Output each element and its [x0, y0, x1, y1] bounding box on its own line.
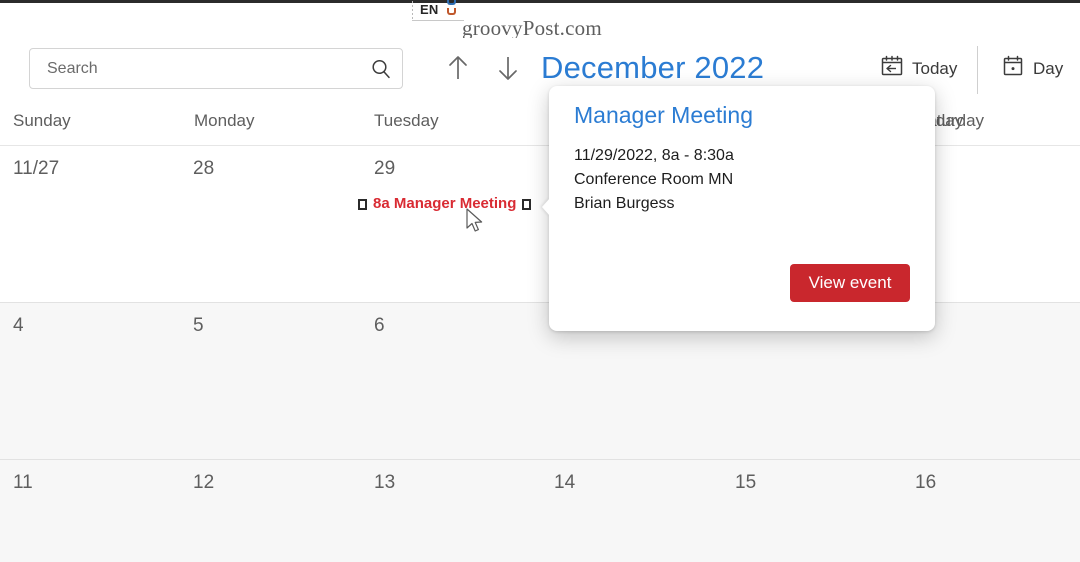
view-event-button[interactable]: View event: [790, 264, 910, 302]
toolbar-divider: [977, 46, 978, 94]
day-number: 5: [193, 315, 204, 336]
day-view-button[interactable]: Day: [1001, 54, 1063, 83]
day-number: 12: [193, 472, 215, 493]
day-number: 14: [554, 472, 576, 493]
search-input[interactable]: [47, 59, 370, 78]
weekday-header-monday: Monday: [194, 111, 255, 130]
popup-details: 11/29/2022, 8a - 8:30a Conference Room M…: [574, 144, 734, 216]
day-cell[interactable]: 15: [722, 460, 902, 562]
day-number: 29: [374, 158, 396, 179]
window-top-edge: [0, 0, 1080, 4]
day-cell[interactable]: 5: [180, 303, 360, 459]
calendar-week-row: 11 12 13 14 15 16 17: [0, 460, 1080, 562]
event-title[interactable]: 8a Manager Meeting: [367, 194, 522, 214]
day-cell[interactable]: 16: [902, 460, 1080, 562]
language-indicator[interactable]: EN: [412, 0, 459, 20]
month-title[interactable]: December 2022: [541, 50, 764, 86]
ime-language-label: EN: [420, 2, 439, 17]
day-number: 4: [13, 315, 24, 336]
weekday-header-tuesday: Tuesday: [374, 111, 439, 130]
outlook-calendar-window: EN groovyPost.com Search December 2022 T…: [0, 0, 1080, 562]
day-cell[interactable]: 11/27: [0, 146, 180, 302]
calendar-day-icon: [1001, 54, 1025, 83]
search-box[interactable]: [29, 48, 403, 89]
day-number: 16: [915, 472, 937, 493]
next-arrow-icon[interactable]: [492, 52, 524, 84]
day-cell[interactable]: 12: [180, 460, 360, 562]
day-cell[interactable]: 14: [541, 460, 721, 562]
event-peek-popup: Manager Meeting 11/29/2022, 8a - 8:30a C…: [542, 86, 935, 331]
day-cell[interactable]: 11: [0, 460, 180, 562]
calendar-back-icon: [880, 54, 904, 83]
popup-pointer: [542, 198, 550, 216]
day-view-button-label: Day: [1033, 58, 1064, 78]
day-cell[interactable]: 29: [361, 146, 541, 302]
ime-mode-icon: [445, 0, 459, 19]
day-number: 11: [13, 472, 33, 493]
today-button[interactable]: Today: [880, 54, 957, 83]
day-number: 28: [193, 158, 215, 179]
popup-event-when: 11/29/2022, 8a - 8:30a: [574, 147, 734, 164]
popup-event-location: Conference Room MN: [574, 171, 734, 188]
ime-underline: [412, 20, 464, 21]
day-number: 11/27: [13, 158, 60, 179]
day-cell[interactable]: 6: [361, 303, 541, 459]
day-cell[interactable]: 28: [180, 146, 360, 302]
event-resize-handle-right[interactable]: [522, 198, 532, 210]
popup-event-organizer: Brian Burgess: [574, 195, 675, 212]
day-number: 15: [735, 472, 757, 493]
calendar-event-chip[interactable]: 8a Manager Meeting: [358, 194, 532, 214]
day-cell[interactable]: 13: [361, 460, 541, 562]
day-number: 6: [374, 315, 385, 336]
event-resize-handle-left[interactable]: [358, 198, 367, 210]
day-number: 13: [374, 472, 396, 493]
popup-event-title[interactable]: Manager Meeting: [574, 102, 753, 129]
today-button-label: Today: [912, 58, 958, 78]
weekday-header-sunday: Sunday: [13, 111, 71, 130]
previous-arrow-icon[interactable]: [442, 52, 474, 84]
search-icon[interactable]: [370, 58, 392, 80]
ime-dotted-edge: [412, 1, 413, 19]
day-cell[interactable]: 4: [0, 303, 180, 459]
